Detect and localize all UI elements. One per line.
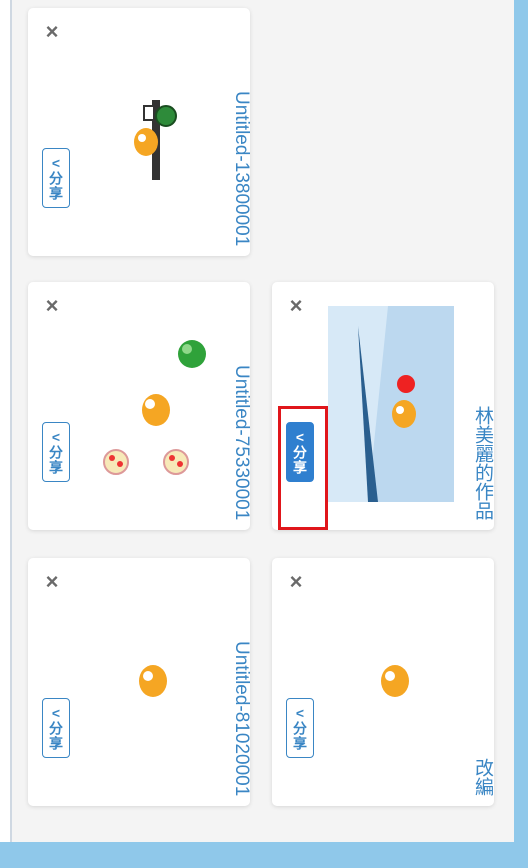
project-thumbnail[interactable]	[328, 306, 454, 502]
project-title[interactable]: 改編	[469, 758, 496, 796]
project-card[interactable]: × < 分享 Untitled-13800001	[28, 8, 252, 256]
share-button[interactable]: < 分享	[42, 422, 70, 482]
share-icon: <	[51, 155, 61, 171]
project-card[interactable]: × < 分享 Untitled-81020001	[28, 558, 252, 806]
share-icon: <	[295, 705, 305, 721]
close-icon[interactable]: ×	[40, 570, 64, 594]
left-border	[0, 0, 12, 842]
project-grid: × < 分享 Untitled-13800001 × < 分享 Untitled…	[12, 0, 514, 842]
right-border	[514, 0, 528, 868]
bottom-border	[0, 842, 528, 868]
project-thumbnail[interactable]	[88, 332, 218, 482]
close-icon[interactable]: ×	[40, 20, 64, 44]
share-button[interactable]: < 分享	[42, 148, 70, 208]
share-icon: <	[51, 429, 61, 445]
share-button[interactable]: < 分享	[286, 698, 314, 758]
close-icon[interactable]: ×	[284, 294, 308, 318]
project-card[interactable]: × < 分享 Untitled-75330001	[28, 282, 252, 530]
share-button[interactable]: < 分享	[42, 698, 70, 758]
close-icon[interactable]: ×	[40, 294, 64, 318]
project-thumbnail[interactable]	[370, 656, 420, 706]
project-title[interactable]: 林美麗的作品	[469, 406, 496, 520]
project-thumbnail[interactable]	[128, 656, 178, 706]
project-card[interactable]: × < 分享 改編	[272, 558, 494, 806]
project-thumbnail[interactable]	[118, 94, 188, 184]
highlight-box	[278, 406, 328, 530]
project-title[interactable]: Untitled-13800001	[230, 91, 252, 246]
project-title[interactable]: Untitled-75330001	[230, 365, 252, 520]
share-icon: <	[51, 705, 61, 721]
close-icon[interactable]: ×	[284, 570, 308, 594]
project-title[interactable]: Untitled-81020001	[230, 641, 252, 796]
